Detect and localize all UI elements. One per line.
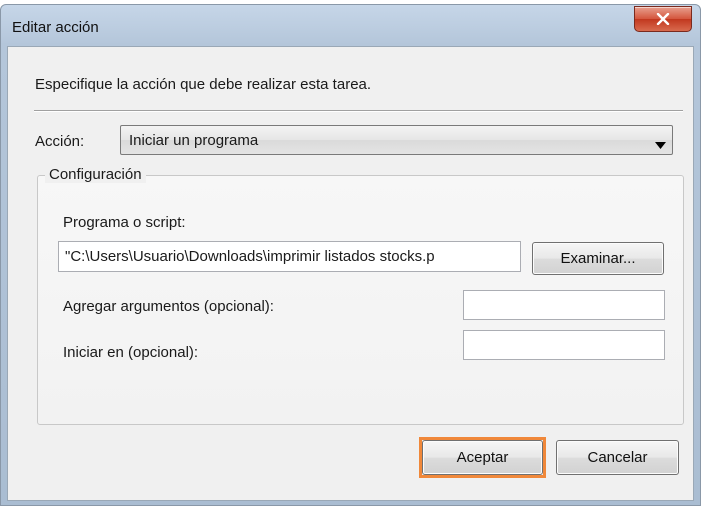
window-title: Editar acción: [12, 19, 99, 36]
dialog-body: Especifique la acción que debe realizar …: [7, 46, 694, 501]
action-dropdown-value: Iniciar un programa: [129, 132, 259, 149]
action-label: Acción:: [35, 133, 85, 150]
arguments-label: Agregar argumentos (opcional):: [63, 298, 274, 315]
chevron-down-icon: [655, 136, 666, 153]
cancel-button[interactable]: Cancelar: [556, 440, 679, 475]
instruction-text: Especifique la acción que debe realizar …: [35, 76, 372, 93]
arguments-input[interactable]: [463, 290, 665, 320]
close-button[interactable]: [634, 6, 692, 32]
program-label: Programa o script:: [63, 214, 186, 231]
program-input[interactable]: "C:\Users\Usuario\Downloads\imprimir lis…: [58, 241, 521, 272]
dialog-window: Editar acción Especifique la acción que …: [0, 4, 701, 506]
title-bar[interactable]: Editar acción: [1, 5, 700, 45]
start-in-label: Iniciar en (opcional):: [63, 344, 199, 361]
separator: [34, 110, 683, 112]
configuration-legend: Configuración: [45, 166, 146, 183]
browse-button[interactable]: Examinar...: [532, 242, 664, 275]
close-icon: [656, 13, 670, 25]
start-in-input[interactable]: [463, 330, 665, 360]
action-dropdown[interactable]: Iniciar un programa: [120, 125, 673, 155]
ok-button[interactable]: Aceptar: [422, 440, 543, 475]
